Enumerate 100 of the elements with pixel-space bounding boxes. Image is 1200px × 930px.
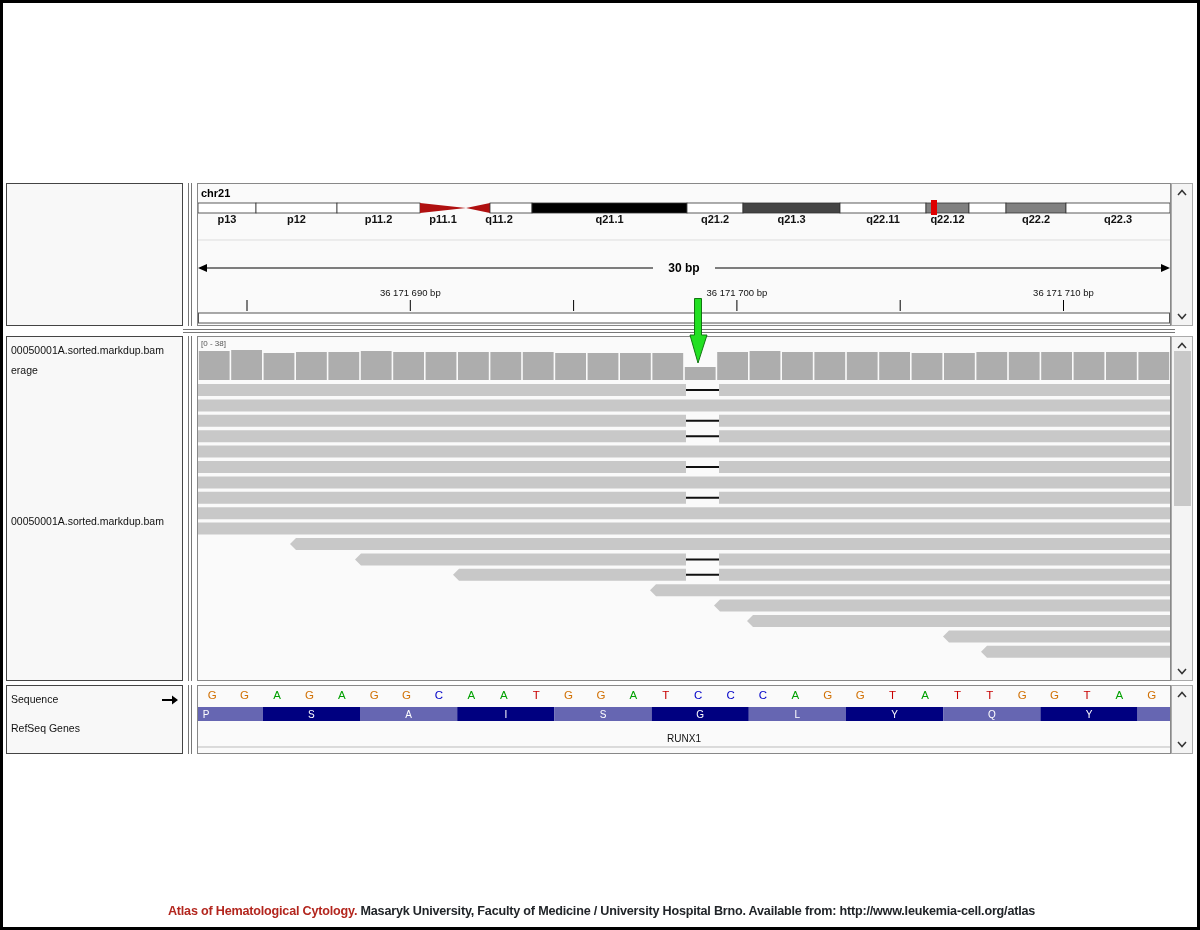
coverage-bar — [587, 353, 619, 380]
tick-label: 36 171 700 bp — [706, 287, 768, 298]
read-bar[interactable] — [198, 414, 1170, 427]
read-bar[interactable] — [198, 430, 1170, 443]
read-bar[interactable] — [714, 599, 1170, 612]
base-letter: A — [1115, 689, 1124, 701]
scroll-down-icon[interactable] — [1177, 741, 1187, 748]
coverage-bar — [198, 351, 230, 380]
strand-arrow-icon[interactable] — [162, 694, 178, 705]
scroll-up-icon[interactable] — [1177, 189, 1187, 196]
read-bar[interactable] — [650, 584, 1170, 597]
base-letter: G — [304, 689, 314, 701]
base-letter: C — [694, 689, 703, 701]
tick-mark — [409, 299, 411, 312]
cytoband[interactable] — [466, 202, 533, 214]
coverage-bar — [458, 352, 489, 380]
track-name[interactable]: erage — [11, 362, 178, 379]
base-letter: T — [889, 689, 897, 701]
track-name[interactable]: Sequence — [11, 692, 59, 708]
track-name[interactable]: 00050001A.sorted.markdup.bam — [11, 343, 178, 359]
base-letter: C — [726, 689, 735, 701]
coverage-bar — [296, 352, 327, 380]
amino-acid: I — [457, 707, 555, 721]
base-letter: C — [434, 689, 444, 701]
scroll-down-icon[interactable] — [1177, 313, 1187, 320]
base-letter: G — [402, 689, 412, 701]
base-letter: T — [1083, 689, 1091, 701]
scroll-down-icon[interactable] — [1177, 668, 1187, 675]
gene-label[interactable]: RUNX1 — [667, 733, 701, 744]
coverage-bar — [263, 353, 295, 380]
read-bar[interactable] — [943, 630, 1170, 643]
base-letter: G — [596, 689, 606, 701]
scroll-up-icon[interactable] — [1177, 342, 1187, 349]
base-letter: G — [1147, 689, 1157, 701]
base-letter: G — [564, 689, 574, 701]
base-letter: A — [629, 689, 638, 701]
read-bar[interactable] — [198, 461, 1170, 473]
position-arrow — [689, 298, 708, 364]
deletion-line — [685, 389, 720, 391]
band-label: q22.2 — [1021, 213, 1051, 225]
read-bar[interactable] — [198, 507, 1170, 520]
coverage-bar — [555, 353, 586, 380]
amino-acid: S — [554, 707, 652, 721]
coverage-bar — [944, 353, 975, 380]
base-letter: G — [207, 689, 217, 701]
cytoband[interactable] — [742, 202, 841, 214]
coverage-bar — [231, 350, 262, 380]
deletion-line — [685, 496, 720, 499]
read-bar[interactable] — [198, 384, 1170, 396]
band-label: q22.12 — [930, 213, 965, 225]
deletion-line — [685, 435, 720, 438]
amino-acid: Y — [1040, 707, 1138, 721]
cytoband[interactable] — [968, 202, 1007, 214]
coverage-range-label: [0 - 38] — [201, 339, 226, 348]
base-letter: A — [337, 689, 346, 701]
cytoband[interactable] — [531, 202, 688, 214]
coverage-bar — [976, 352, 1008, 380]
coverage-bar — [1106, 352, 1137, 380]
base-letter: G — [240, 689, 250, 701]
read-bar[interactable] — [198, 491, 1170, 504]
read-bar[interactable] — [981, 645, 1170, 658]
amino-acid: A — [360, 707, 458, 721]
base-letter: A — [921, 689, 929, 701]
cytoband[interactable] — [925, 200, 970, 215]
read-bar[interactable] — [198, 399, 1170, 412]
cytoband[interactable] — [839, 202, 927, 214]
amino-acid: S — [262, 707, 360, 721]
band-label: p12 — [287, 213, 306, 225]
base-letter: T — [662, 689, 670, 701]
base-letter: T — [953, 689, 961, 701]
deletion-line — [685, 573, 720, 576]
band-label: q22.11 — [866, 213, 900, 225]
coverage-bar — [1008, 352, 1040, 380]
deletion-line — [685, 558, 720, 561]
amino-acid: L — [748, 707, 846, 721]
read-bar[interactable] — [198, 445, 1170, 458]
base-letter: G — [855, 689, 865, 701]
coverage-bar — [814, 352, 846, 380]
base-letter: G — [1050, 689, 1060, 701]
coverage-bar — [1138, 352, 1170, 380]
cytoband[interactable] — [686, 202, 744, 214]
coverage-bar — [846, 352, 878, 380]
coverage-bar — [879, 352, 910, 380]
scrollbar-thumb[interactable] — [1173, 351, 1191, 506]
track-name[interactable]: 00050001A.sorted.markdup.bam — [11, 514, 178, 530]
base-letter: A — [273, 689, 281, 701]
band-label: q22.3 — [1103, 213, 1133, 225]
read-bar[interactable] — [355, 553, 1170, 566]
coverage-bar — [360, 351, 392, 380]
read-bar[interactable] — [198, 476, 1170, 489]
read-bar[interactable] — [198, 522, 1170, 535]
read-bar[interactable] — [453, 568, 1170, 581]
base-letter: A — [467, 689, 476, 701]
base-letter: G — [1017, 689, 1027, 701]
scroll-up-icon[interactable] — [1177, 691, 1187, 698]
track-name[interactable]: RefSeq Genes — [11, 720, 178, 737]
base-letter: G — [369, 689, 379, 701]
base-letter: A — [499, 689, 508, 701]
amino-acid: P — [198, 707, 263, 721]
base-letter: C — [758, 689, 768, 701]
